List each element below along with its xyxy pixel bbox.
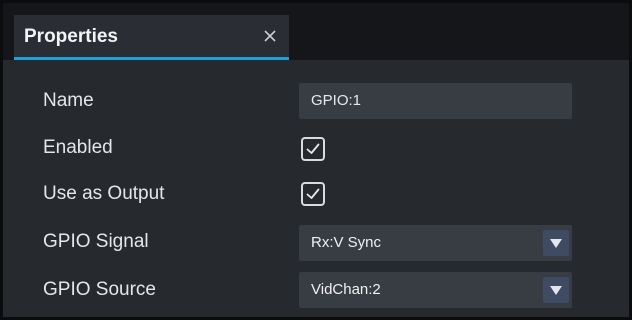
tab-bar: Properties xyxy=(3,3,629,60)
gpio-signal-value: Rx:V Sync xyxy=(311,234,382,251)
use-as-output-checkbox[interactable] xyxy=(301,182,325,206)
gpio-source-select[interactable]: VidChan:2 xyxy=(299,272,572,308)
tab-active-indicator xyxy=(14,57,289,60)
properties-panel: Properties Name GPIO:1 Enabled Use as Ou… xyxy=(0,0,632,320)
gpio-signal-select[interactable]: Rx:V Sync xyxy=(299,225,572,261)
use-as-output-label: Use as Output xyxy=(43,183,165,204)
enabled-checkbox[interactable] xyxy=(301,137,325,161)
gpio-signal-label: GPIO Signal xyxy=(43,231,149,252)
checkmark-icon xyxy=(306,188,320,199)
name-field[interactable]: GPIO:1 xyxy=(299,83,572,119)
gpio-signal-dropdown-button[interactable] xyxy=(543,230,569,256)
name-label: Name xyxy=(43,90,94,111)
tab-title: Properties xyxy=(24,26,118,47)
gpio-source-value: VidChan:2 xyxy=(311,281,381,298)
checkmark-icon xyxy=(306,143,320,154)
chevron-down-icon xyxy=(550,286,562,295)
enabled-label: Enabled xyxy=(43,137,113,158)
chevron-down-icon xyxy=(550,239,562,248)
tab-properties[interactable]: Properties xyxy=(14,15,289,60)
close-icon[interactable] xyxy=(260,26,280,46)
gpio-source-dropdown-button[interactable] xyxy=(543,277,569,303)
gpio-source-label: GPIO Source xyxy=(43,279,156,300)
